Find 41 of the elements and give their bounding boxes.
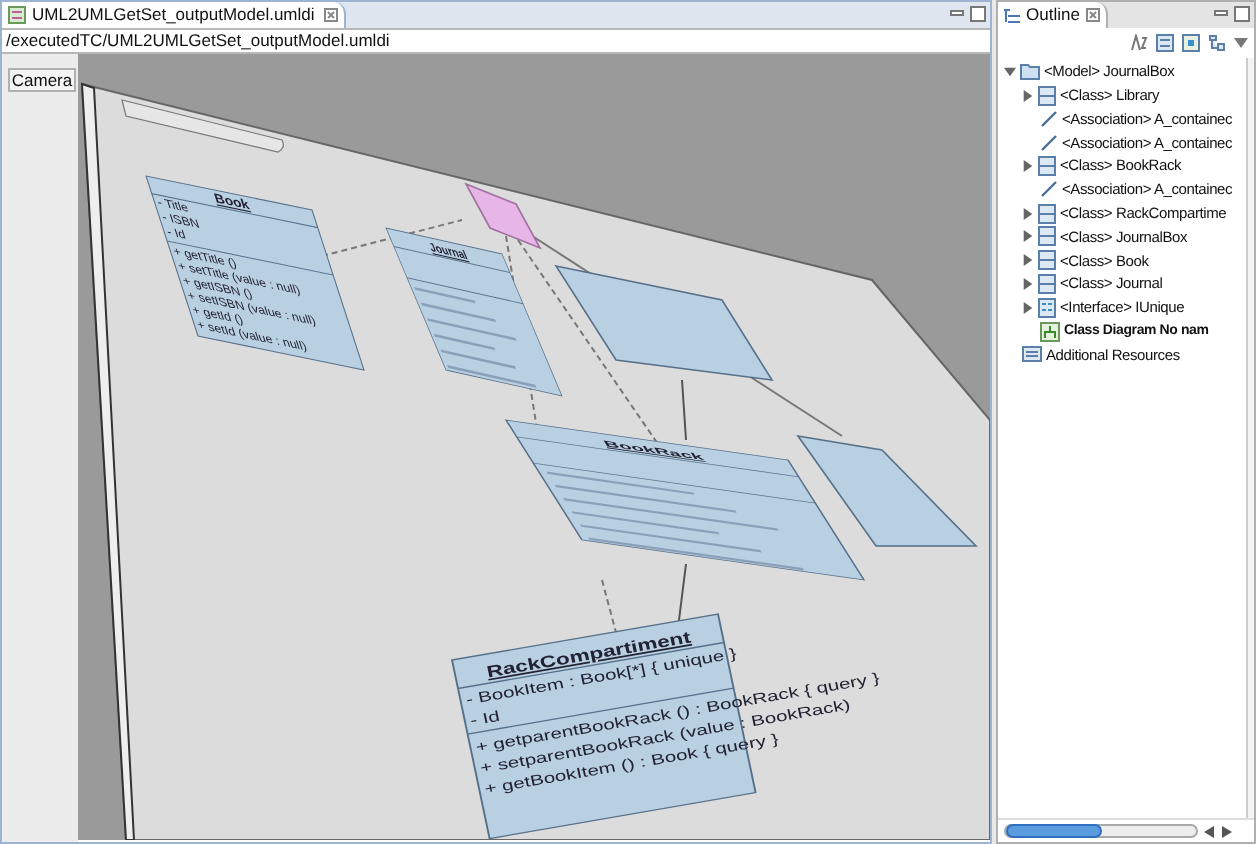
- close-icon[interactable]: [324, 8, 339, 22]
- path-field: /executedTC/UML2UMLGetSet_outputModel.umldi: [2, 28, 990, 54]
- dropdown-icon[interactable]: [1234, 38, 1248, 48]
- scroll-left-icon[interactable]: [1204, 825, 1216, 837]
- toolbar-icon[interactable]: [1182, 34, 1200, 52]
- grid-icon: [1038, 297, 1056, 318]
- expanded-arrow-icon[interactable]: [1004, 65, 1016, 78]
- diagram-file-icon: [8, 6, 26, 24]
- collapsed-arrow-icon[interactable]: [1022, 278, 1034, 291]
- close-icon[interactable]: [1085, 8, 1100, 22]
- minimize-icon[interactable]: [950, 8, 964, 18]
- class-icon: [1038, 250, 1056, 271]
- outline-icon: [1004, 7, 1020, 23]
- scroll-right-icon[interactable]: [1220, 825, 1232, 837]
- class-icon: [1038, 85, 1056, 106]
- collapsed-arrow-icon[interactable]: [1022, 230, 1034, 243]
- folder-icon: [1020, 62, 1040, 81]
- sort-icon[interactable]: [1130, 34, 1148, 52]
- collapsed-arrow-icon[interactable]: [1022, 301, 1034, 314]
- line-icon: [1040, 180, 1058, 199]
- line-icon: [1040, 109, 1058, 128]
- camera-button[interactable]: Camera: [8, 68, 76, 93]
- resources-icon: [1022, 346, 1042, 363]
- collapsed-arrow-icon[interactable]: [1022, 160, 1034, 173]
- editor-tab[interactable]: UML2UMLGetSet_outputModel.umldi: [2, 2, 347, 28]
- maximize-icon[interactable]: [1234, 6, 1250, 22]
- toolbar-icon[interactable]: [1156, 34, 1174, 52]
- collapsed-arrow-icon[interactable]: [1022, 89, 1034, 102]
- outline-tab[interactable]: Outline: [998, 2, 1108, 28]
- collapsed-arrow-icon[interactable]: [1022, 254, 1034, 267]
- minimize-icon[interactable]: [1214, 8, 1228, 18]
- scrollbar-thumb[interactable]: [1006, 824, 1102, 838]
- class-icon: [1038, 203, 1056, 224]
- line-icon: [1040, 133, 1058, 152]
- diagram-icon: [1040, 321, 1060, 342]
- collapsed-arrow-icon[interactable]: [1022, 207, 1034, 220]
- class-icon: [1038, 274, 1056, 295]
- hierarchy-icon[interactable]: [1208, 34, 1226, 52]
- class-icon: [1038, 226, 1056, 247]
- class-icon: [1038, 156, 1056, 177]
- maximize-icon[interactable]: [970, 6, 986, 22]
